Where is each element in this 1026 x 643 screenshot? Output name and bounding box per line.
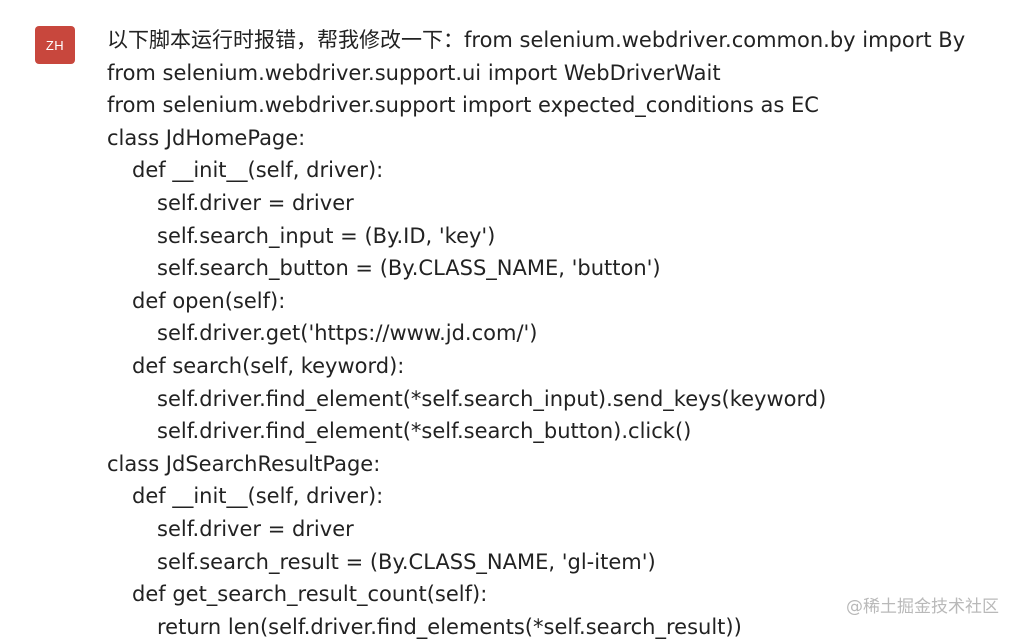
watermark: @稀土掘金技术社区 <box>846 597 999 617</box>
message-line: self.driver = driver <box>157 516 354 541</box>
message-line: self.driver.get('https://www.jd.com/') <box>157 321 538 346</box>
message-line: class JdHomePage: <box>107 125 306 150</box>
message-line: def search(self, keyword): <box>132 353 405 378</box>
message-line: 以下脚本运行时报错，帮我修改一下：from selenium.webdriver… <box>107 28 966 52</box>
message-line: def __init__(self, driver): <box>132 484 384 509</box>
message-line: self.driver.find_element(*self.search_bu… <box>157 419 692 444</box>
message-line: self.search_result = (By.CLASS_NAME, 'gl… <box>157 549 656 574</box>
message-line: def __init__(self, driver): <box>132 158 384 183</box>
chat-message: ZH 以下脚本运行时报错，帮我修改一下：from selenium.webdri… <box>0 0 1026 639</box>
message-body: 以下脚本运行时报错，帮我修改一下：from selenium.webdriver… <box>107 24 1007 643</box>
message-line: from selenium.webdriver.support import e… <box>107 93 819 118</box>
message-line: self.driver = driver <box>157 190 354 215</box>
user-avatar: ZH <box>35 26 75 64</box>
message-line: self.search_input = (By.ID, 'key') <box>157 223 496 248</box>
message-line: self.search_button = (By.CLASS_NAME, 'bu… <box>157 256 661 281</box>
message-line: class JdSearchResultPage: <box>107 451 381 476</box>
message-line: def open(self): <box>132 288 286 313</box>
message-line: self.driver.find_element(*self.search_in… <box>157 386 827 411</box>
message-line: from selenium.webdriver.support.ui impor… <box>107 60 721 85</box>
